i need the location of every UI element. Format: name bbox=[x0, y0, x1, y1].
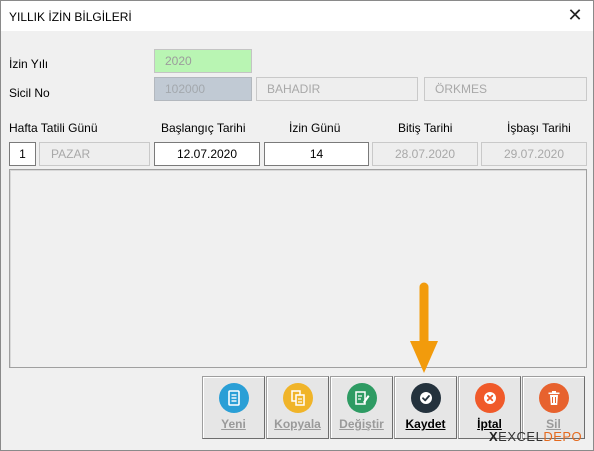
day-name-field: PAZAR bbox=[39, 142, 150, 166]
sicil-no-label: Sicil No bbox=[9, 86, 50, 100]
degistir-button[interactable]: Değiştir bbox=[330, 376, 393, 439]
close-icon[interactable]: ✕ bbox=[563, 4, 587, 28]
check-icon bbox=[411, 383, 441, 413]
yeni-button-label: Yeni bbox=[221, 417, 246, 431]
bitis-tarihi-field: 28.07.2020 bbox=[372, 142, 478, 166]
kaydet-button[interactable]: Kaydet bbox=[394, 376, 457, 439]
window-title: YILLIK İZİN BİLGİLERİ bbox=[9, 10, 132, 24]
izin-gunu-field[interactable]: 14 bbox=[264, 142, 369, 166]
izin-yili-label: İzin Yılı bbox=[9, 57, 49, 71]
yeni-button[interactable]: Yeni bbox=[202, 376, 265, 439]
day-number-field[interactable]: 1 bbox=[9, 142, 36, 166]
document-icon bbox=[219, 383, 249, 413]
edit-icon bbox=[347, 383, 377, 413]
sicil-no-field[interactable]: 102000 bbox=[154, 77, 252, 101]
column-baslangic: Başlangıç Tarihi bbox=[161, 121, 246, 135]
title-bar: YILLIK İZİN BİLGİLERİ ✕ bbox=[1, 1, 593, 31]
excel-depo-watermark: XEXCELDEPO bbox=[489, 429, 583, 444]
baslangic-tarihi-field[interactable]: 12.07.2020 bbox=[154, 142, 260, 166]
column-isbasi: İşbaşı Tarihi bbox=[507, 121, 571, 135]
column-izin-gunu: İzin Günü bbox=[289, 121, 341, 135]
cancel-icon bbox=[475, 383, 505, 413]
kopyala-button-label: Kopyala bbox=[274, 417, 321, 431]
trash-icon bbox=[539, 383, 569, 413]
column-hafta-tatili: Hafta Tatili Günü bbox=[9, 121, 98, 135]
yillik-izin-window: YILLIK İZİN BİLGİLERİ ✕ İzin Yılı 2020 S… bbox=[0, 0, 594, 451]
kopyala-button[interactable]: Kopyala bbox=[266, 376, 329, 439]
annotation-arrow-icon bbox=[410, 282, 438, 373]
degistir-button-label: Değiştir bbox=[339, 417, 384, 431]
last-name-field: ÖRKMES bbox=[424, 77, 587, 101]
isbasi-tarihi-field: 29.07.2020 bbox=[481, 142, 587, 166]
kaydet-button-label: Kaydet bbox=[405, 417, 446, 431]
izin-yili-field[interactable]: 2020 bbox=[154, 49, 252, 73]
first-name-field: BAHADIR bbox=[256, 77, 418, 101]
leave-list[interactable] bbox=[9, 169, 587, 368]
column-bitis: Bitiş Tarihi bbox=[398, 121, 453, 135]
copy-icon bbox=[283, 383, 313, 413]
